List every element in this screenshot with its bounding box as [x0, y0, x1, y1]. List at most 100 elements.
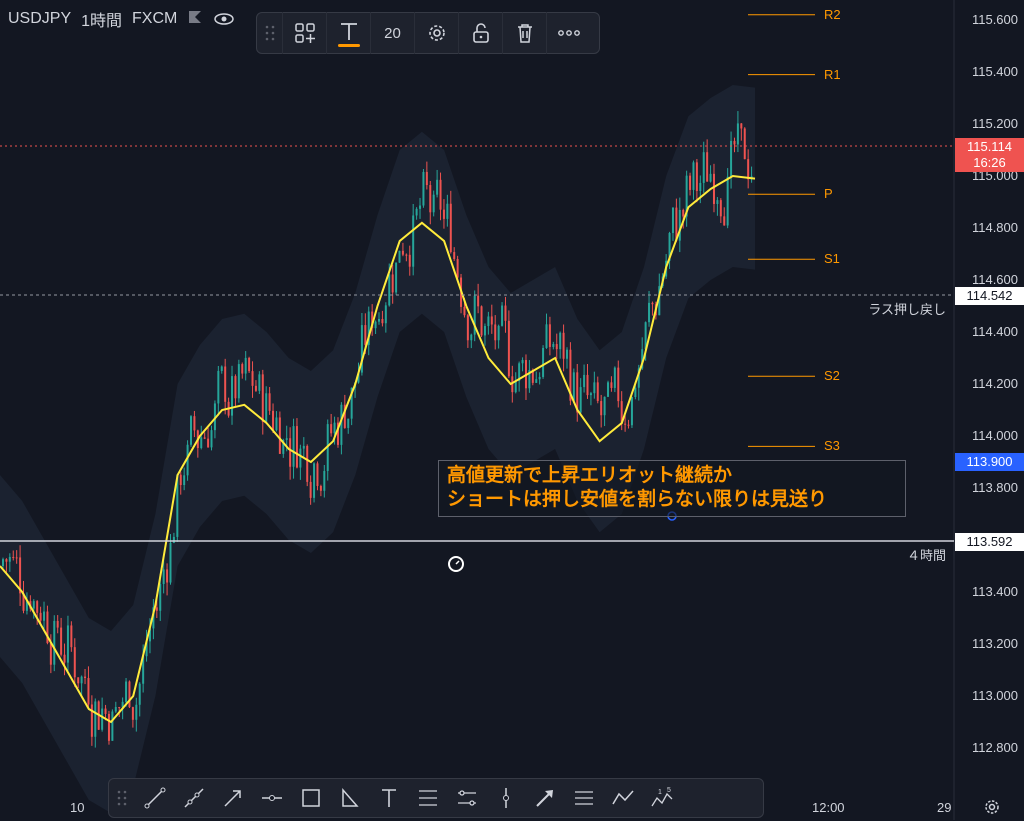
parallel-channel-icon[interactable] [564, 779, 603, 817]
candle-body [716, 200, 719, 204]
templates-icon[interactable] [283, 12, 327, 54]
candle-body [159, 583, 162, 611]
candle-body [12, 556, 15, 558]
candle-body [248, 357, 251, 372]
candle-body [425, 171, 428, 186]
candle-body [125, 681, 128, 702]
candle-body [507, 320, 510, 377]
triangle-icon[interactable] [330, 779, 369, 817]
price-tick: 114.200 [971, 376, 1018, 391]
candle-body [747, 159, 750, 180]
candle-body [172, 536, 175, 543]
more-icon[interactable] [547, 12, 591, 54]
candle-body [330, 424, 333, 434]
symbol-name[interactable]: USDJPY [8, 10, 71, 28]
candle-body [600, 401, 603, 416]
candle-body [398, 250, 401, 263]
fib-channel-icon[interactable] [447, 779, 486, 817]
fib-retracement-icon[interactable] [408, 779, 447, 817]
settings-icon[interactable] [983, 798, 1001, 821]
candle-body [162, 569, 165, 584]
arrow-icon[interactable] [213, 779, 252, 817]
candle-body [224, 366, 227, 402]
candle-body [107, 713, 110, 741]
candle-body [566, 349, 568, 359]
candle-body [593, 382, 596, 394]
candle-body [131, 707, 134, 720]
flag-icon[interactable] [187, 9, 203, 30]
candle-body [306, 445, 309, 482]
ray-icon[interactable] [174, 779, 213, 817]
candle-body [545, 324, 548, 348]
font-size-select[interactable]: 20 [371, 12, 415, 54]
text-annotation[interactable]: 高値更新で上昇エリオット継続か ショートは押し安値を割らない限りは見送り [438, 460, 906, 517]
symbol-interval[interactable]: 1時間 [81, 7, 122, 31]
candle-body [258, 374, 261, 391]
trend-line-icon[interactable] [135, 779, 174, 817]
last-pullback-price-tag: 114.542 [955, 287, 1024, 305]
vertical-line-icon[interactable] [486, 779, 525, 817]
text-color-button[interactable] [327, 12, 371, 54]
candle-body [689, 175, 692, 190]
candle-body [111, 711, 114, 741]
candle-body [43, 611, 46, 621]
current-price-value: 115.114 [966, 139, 1013, 154]
candle-body [169, 542, 172, 583]
candle-body [340, 404, 343, 445]
path-icon[interactable] [603, 779, 642, 817]
elliott-wave-icon[interactable]: 15 [642, 779, 681, 817]
highlight-price-tag: 113.900 [955, 453, 1024, 471]
symbol-header[interactable]: USDJPY 1時間 FXCM [0, 0, 243, 38]
time-tick-29: 29 [937, 800, 952, 815]
candle-body [388, 274, 391, 306]
candle-body [682, 209, 685, 217]
candle-body [678, 209, 681, 241]
candle-body [572, 372, 575, 401]
candle-body [671, 207, 674, 234]
candle-body [347, 418, 350, 428]
candle-body [80, 676, 83, 684]
unlock-icon[interactable] [459, 12, 503, 54]
drag-handle-icon[interactable] [257, 12, 283, 54]
candle-body [104, 708, 107, 714]
price-tick: 113.400 [971, 584, 1018, 599]
trash-icon[interactable] [503, 12, 547, 54]
candle-body [439, 179, 442, 210]
arrow-marker-icon[interactable] [525, 779, 564, 817]
horizontal-ray-icon[interactable] [252, 779, 291, 817]
candle-body [477, 295, 480, 307]
text-icon[interactable] [369, 779, 408, 817]
price-tick: 112.800 [971, 740, 1018, 755]
rectangle-icon[interactable] [291, 779, 330, 817]
candle-body [333, 422, 336, 434]
annotation-line-1: 高値更新で上昇エリオット継続か [447, 465, 733, 486]
price-tick: 115.400 [971, 64, 1018, 79]
candle-body [234, 376, 237, 399]
candle-body [302, 445, 305, 449]
candle-body [555, 344, 558, 350]
candle-body [66, 625, 69, 663]
candle-body [589, 393, 592, 396]
candle-body [415, 208, 418, 216]
gear-icon[interactable] [415, 12, 459, 54]
drawbar-grip-icon[interactable] [109, 779, 135, 817]
candle-body [470, 334, 473, 341]
candle-body [295, 426, 298, 468]
candle-body [203, 437, 206, 439]
price-tick: 114.400 [971, 324, 1018, 339]
candle-body [254, 385, 257, 391]
candle-body [456, 258, 459, 278]
candle-body [586, 374, 589, 396]
candle-body [128, 681, 131, 708]
candle-body [723, 216, 726, 226]
candle-body [135, 704, 138, 720]
four-hour-price-tag: 113.592 [955, 533, 1024, 551]
eye-icon[interactable] [213, 8, 235, 30]
annotation-line-2: ショートは押し安値を割らない限りは見送り [447, 489, 828, 510]
candle-body [309, 481, 312, 498]
candle-body [603, 396, 606, 416]
candle-body [166, 569, 169, 583]
candle-body [395, 262, 398, 293]
candle-body [521, 360, 524, 364]
chart-canvas[interactable] [0, 0, 1024, 820]
